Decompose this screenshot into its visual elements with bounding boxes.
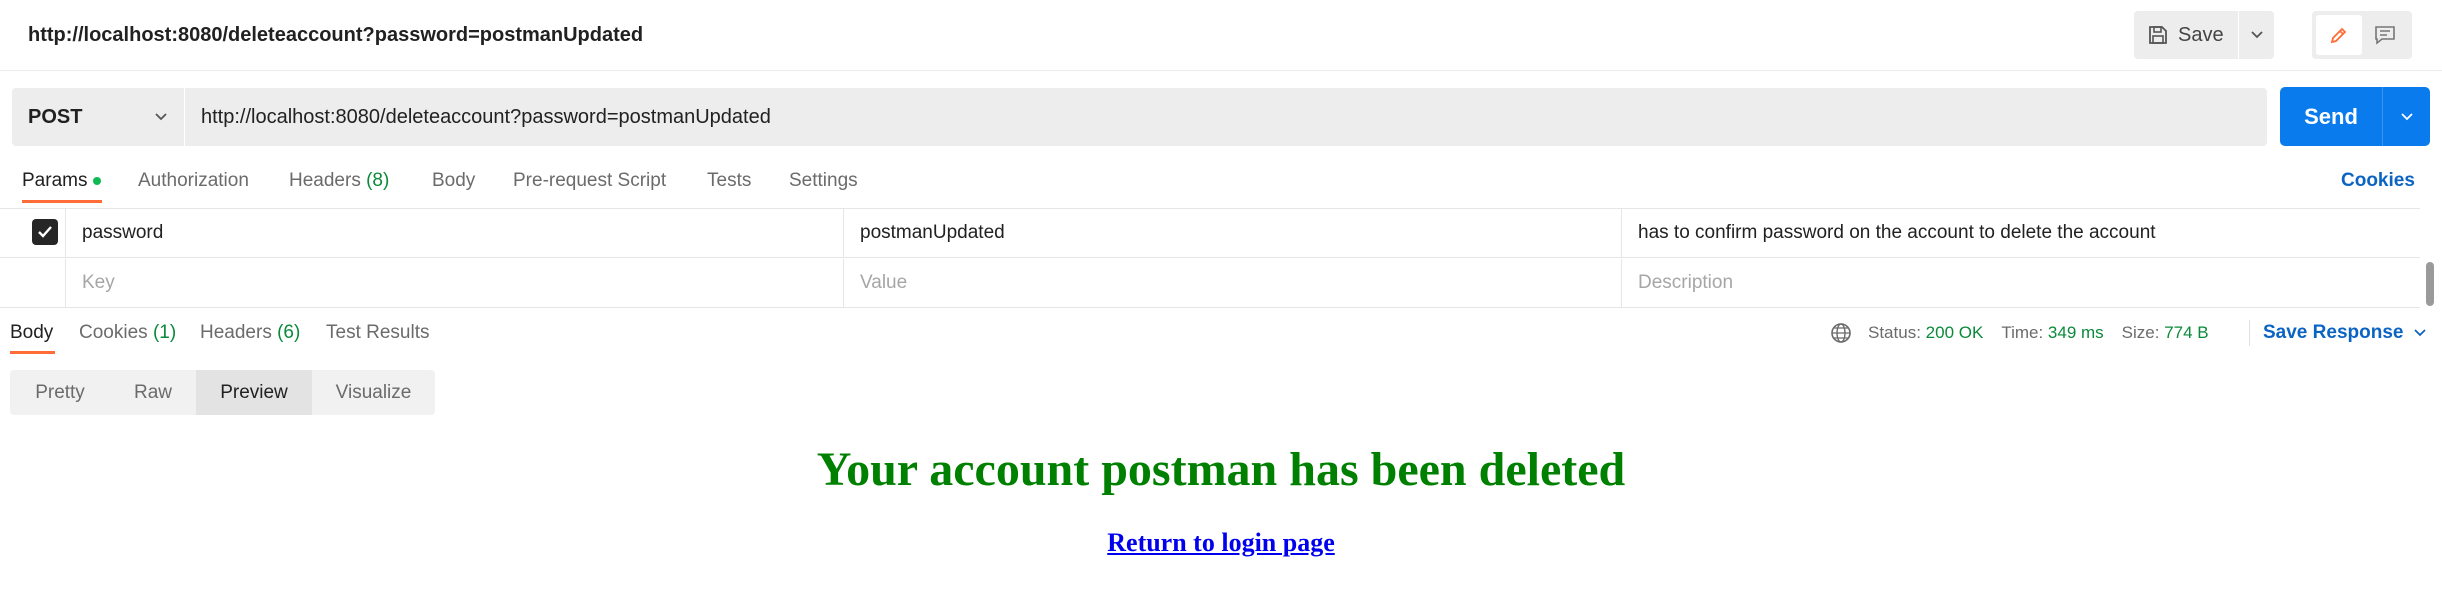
response-tab-cookies-count: (1) [152,322,177,343]
meta-divider [2249,320,2250,346]
send-button[interactable]: Send [2280,104,2382,130]
active-tab-underline [22,200,102,203]
tab-headers-count: (8) [366,170,390,191]
size-label: Size: [2121,323,2160,342]
new-key-input[interactable]: Key [65,259,843,307]
chevron-down-icon [2400,112,2413,120]
view-mode-raw[interactable]: Raw [110,370,196,415]
param-key: password [82,222,164,243]
url-input[interactable] [185,88,2267,146]
table-row: Key Value Description [0,259,2420,308]
pencil-icon [2330,27,2347,44]
header-divider [0,70,2442,71]
comments-mode-button[interactable] [2362,15,2408,55]
response-tab-cookies[interactable]: Cookies (1) [79,320,176,346]
response-tab-headers-label: Headers [200,322,272,343]
time-label: Time: [2001,323,2044,342]
active-tab-underline [10,351,55,354]
param-description: has to confirm password on the account t… [1638,222,2156,243]
tab-authorization[interactable]: Authorization [138,168,249,194]
tab-settings[interactable]: Settings [789,168,858,194]
save-button[interactable]: Save [2134,11,2238,59]
return-to-login-link-text[interactable]: Return to login page [1107,528,1335,557]
tab-pre-request-script[interactable]: Pre-request Script [513,168,666,194]
send-options-button[interactable] [2383,112,2430,122]
comment-icon [2375,26,2395,45]
description-placeholder: Description [1638,272,1734,293]
view-mode-visualize[interactable]: Visualize [312,370,435,415]
size-value[interactable]: 774 B [2164,320,2208,346]
save-response-button[interactable]: Save Response [2263,320,2427,346]
new-value-input[interactable]: Value [843,259,1621,307]
response-tab-headers[interactable]: Headers (6) [200,320,300,346]
response-tab-cookies-label: Cookies [79,322,148,343]
globe-icon[interactable] [1830,322,1852,344]
tab-headers-label: Headers [289,170,361,191]
status-value[interactable]: 200 OK [1926,320,1984,346]
chevron-down-icon [155,113,167,121]
scrollbar-thumb[interactable] [2426,262,2434,306]
param-enabled-checkbox[interactable] [32,219,58,245]
save-options-button[interactable] [2239,30,2274,40]
send-button-group: Send [2280,87,2430,146]
params-indicator-dot [93,177,101,185]
view-mode-pretty[interactable]: Pretty [10,370,110,415]
response-tab-body[interactable]: Body [10,320,53,346]
check-icon [38,226,52,238]
tab-tests[interactable]: Tests [707,168,751,194]
preview-heading: Your account postman has been deleted [816,443,1626,496]
value-placeholder: Value [860,272,908,293]
view-toggle [2312,11,2412,59]
save-label: Save [2178,23,2224,46]
table-row: password postmanUpdated has to confirm p… [0,209,2420,258]
chevron-down-icon [2250,31,2263,39]
response-tab-test-results[interactable]: Test Results [326,320,429,346]
tab-params[interactable]: Params [22,168,87,194]
method-label: POST [28,105,83,128]
return-to-login-link: Return to login page [0,527,2442,559]
cookies-link[interactable]: Cookies [2341,168,2415,194]
view-mode-preview[interactable]: Preview [196,370,312,415]
response-tab-headers-count: (6) [277,322,301,343]
save-response-label: Save Response [2263,322,2404,343]
param-key-cell[interactable]: password [65,209,843,257]
view-mode-segmented: Pretty Raw Preview Visualize [10,370,435,415]
new-description-input[interactable]: Description [1621,259,2420,307]
tab-body[interactable]: Body [432,168,475,194]
save-button-group: Save [2134,11,2274,59]
status-label: Status: [1868,323,1921,342]
edit-mode-button[interactable] [2316,15,2362,55]
save-icon [2149,26,2167,44]
response-meta: Status: 200 OK Time: 349 ms Size: 774 B [1830,320,2209,346]
param-value: postmanUpdated [860,222,1005,243]
chevron-down-icon [2414,329,2427,337]
request-name[interactable]: http://localhost:8080/deleteaccount?pass… [28,20,643,50]
key-placeholder: Key [82,272,115,293]
param-description-cell[interactable]: has to confirm password on the account t… [1621,209,2420,257]
tab-headers[interactable]: Headers (8) [289,168,389,194]
param-value-cell[interactable]: postmanUpdated [843,209,1621,257]
method-select[interactable]: POST [12,88,184,146]
time-value[interactable]: 349 ms [2048,320,2104,346]
